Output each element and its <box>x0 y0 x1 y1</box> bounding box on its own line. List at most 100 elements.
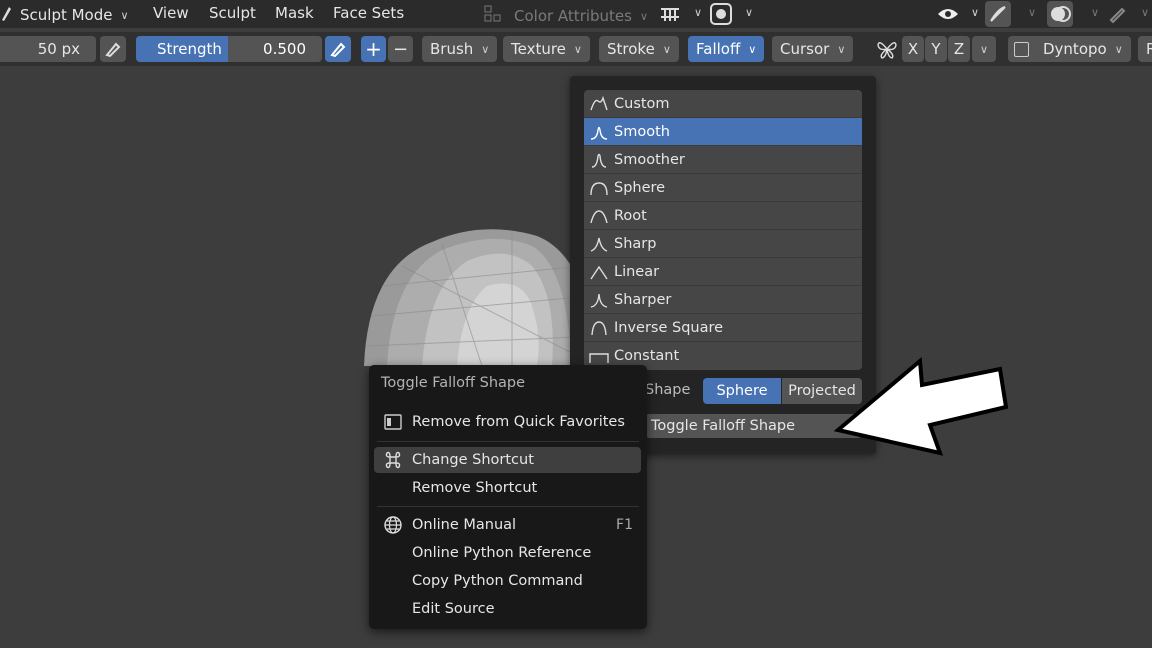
shape-sphere-label: Sphere <box>716 383 768 399</box>
radius-pressure-icon[interactable] <box>100 36 126 62</box>
copy-python-command-item[interactable]: Copy Python Command <box>374 568 641 594</box>
menu-view[interactable]: View <box>153 4 189 22</box>
visibility-eye-icon[interactable] <box>935 1 961 27</box>
falloff-item-smoother[interactable]: Smoother <box>584 146 862 174</box>
remesh-dropdown-cut[interactable]: R <box>1138 36 1152 62</box>
online-python-reference-label: Online Python Reference <box>412 545 592 561</box>
chevron-down-icon[interactable]: ∨ <box>1141 6 1149 19</box>
falloff-dropdown[interactable]: Falloff ∨ <box>688 36 765 62</box>
xray-icon[interactable] <box>1104 1 1130 27</box>
color-attributes-icon <box>484 4 504 28</box>
viewport-shading-icon[interactable] <box>708 1 734 27</box>
falloff-item-root[interactable]: Root <box>584 202 862 230</box>
online-python-reference-item[interactable]: Online Python Reference <box>374 540 641 566</box>
menu-divider <box>377 441 639 442</box>
mirror-y-button[interactable]: Y <box>925 36 947 62</box>
falloff-item-smooth[interactable]: Smooth <box>584 118 862 146</box>
strength-slider[interactable]: Strength 0.500 <box>136 36 322 62</box>
edit-source-label: Edit Source <box>412 601 495 617</box>
mirror-z-button[interactable]: Z <box>948 36 970 62</box>
chevron-down-icon: ∨ <box>979 42 989 56</box>
minus-icon: − <box>392 38 409 60</box>
change-shortcut-item[interactable]: Change Shortcut <box>374 447 641 473</box>
falloff-item-label: Sphere <box>614 179 666 196</box>
radius-value: 50 px <box>37 40 80 58</box>
chevron-down-icon[interactable]: ∨ <box>694 6 702 19</box>
strength-label: Strength <box>157 40 222 58</box>
dyntopo-toggle[interactable]: Dyntopo ∨ <box>1008 36 1131 62</box>
falloff-item-label: Smooth <box>614 123 670 140</box>
sculpt-mesh-sphere[interactable] <box>362 226 602 376</box>
falloff-item-inverse-square[interactable]: Inverse Square <box>584 314 862 342</box>
change-shortcut-label: Change Shortcut <box>412 452 534 468</box>
menu-divider <box>377 506 639 507</box>
stroke-label: Stroke <box>607 40 655 58</box>
falloff-item-sphere[interactable]: Sphere <box>584 174 862 202</box>
remove-quick-favorites-item[interactable]: Remove from Quick Favorites <box>374 409 641 435</box>
menu-face-sets[interactable]: Face Sets <box>333 4 404 22</box>
remove-shortcut-item[interactable]: Remove Shortcut <box>374 475 641 501</box>
brush-dropdown[interactable]: Brush ∨ <box>422 36 498 62</box>
chevron-down-icon: ∨ <box>120 8 129 22</box>
chevron-down-icon: ∨ <box>481 42 490 56</box>
cursor-dropdown[interactable]: Cursor ∨ <box>772 36 854 62</box>
checkbox-icon <box>1014 41 1029 57</box>
root-curve-icon <box>584 202 614 230</box>
toggle-falloff-shape-label: Toggle Falloff Shape <box>651 418 796 434</box>
online-manual-shortcut: F1 <box>616 517 633 533</box>
falloff-item-label: Sharper <box>614 291 672 308</box>
pointer-arrow-icon <box>833 356 1009 456</box>
mirror-options-dropdown[interactable]: ∨ <box>972 36 996 62</box>
mirror-z-label: Z <box>953 40 965 58</box>
falloff-item-sharper[interactable]: Sharper <box>584 286 862 314</box>
mode-label: Sculpt Mode <box>20 6 113 24</box>
falloff-item-sharp[interactable]: Sharp <box>584 230 862 258</box>
strength-value: 0.500 <box>263 40 306 58</box>
plus-icon: + <box>365 37 382 61</box>
chevron-down-icon[interactable]: ∨ <box>1028 6 1036 19</box>
menu-sculpt-label: Sculpt <box>209 4 256 22</box>
falloff-item-label: Custom <box>614 95 670 112</box>
direction-add-button[interactable]: + <box>361 36 386 62</box>
globe-icon <box>374 515 412 535</box>
smoother-curve-icon <box>584 146 614 174</box>
copy-python-command-label: Copy Python Command <box>412 573 583 589</box>
overlay-icon[interactable] <box>1047 1 1073 27</box>
context-menu: Toggle Falloff Shape Remove from Quick F… <box>369 365 647 629</box>
menu-mask-label: Mask <box>275 4 314 22</box>
radius-field[interactable]: 50 px <box>0 36 96 62</box>
linear-curve-icon <box>584 258 614 286</box>
online-manual-label: Online Manual <box>412 517 517 533</box>
direction-subtract-button[interactable]: − <box>388 36 413 62</box>
strength-pressure-icon[interactable] <box>325 36 351 62</box>
sharper-curve-icon <box>584 286 614 314</box>
dyntopo-label: Dyntopo <box>1043 40 1107 58</box>
symmetry-grid-icon[interactable] <box>657 1 683 27</box>
mirror-x-button[interactable]: X <box>902 36 924 62</box>
online-manual-item[interactable]: Online Manual F1 <box>374 512 641 538</box>
tool-settings-bar: 50 px Strength 0.500 + − Brush ∨ Texture ∨… <box>0 32 1152 66</box>
quick-favorites-icon <box>374 414 412 430</box>
cursor-label: Cursor <box>780 40 830 58</box>
mode-selector[interactable]: Sculpt Mode ∨ <box>0 4 129 26</box>
edit-source-item[interactable]: Edit Source <box>374 596 641 622</box>
color-attributes-label: Color Attributes <box>514 7 632 25</box>
chevron-down-icon: ∨ <box>837 42 846 56</box>
mirror-x-label: X <box>907 40 919 58</box>
falloff-item-label: Inverse Square <box>614 319 724 336</box>
menu-sculpt[interactable]: Sculpt <box>209 4 256 22</box>
gizmo-icon[interactable] <box>985 1 1011 27</box>
falloff-item-custom[interactable]: Custom <box>584 90 862 118</box>
menu-mask[interactable]: Mask <box>275 4 314 22</box>
remove-quick-favorites-label: Remove from Quick Favorites <box>412 414 625 430</box>
shape-sphere-button[interactable]: Sphere <box>703 378 781 404</box>
color-attributes-dropdown[interactable]: Color Attributes ∨ <box>484 4 648 28</box>
falloff-item-linear[interactable]: Linear <box>584 258 862 286</box>
chevron-down-icon[interactable]: ∨ <box>971 6 979 19</box>
chevron-down-icon[interactable]: ∨ <box>1091 6 1099 19</box>
symmetry-butterfly-icon <box>874 36 900 62</box>
texture-dropdown[interactable]: Texture ∨ <box>503 36 590 62</box>
chevron-down-icon[interactable]: ∨ <box>745 6 753 19</box>
stroke-dropdown[interactable]: Stroke ∨ <box>599 36 679 62</box>
falloff-item-label: Smoother <box>614 151 685 168</box>
